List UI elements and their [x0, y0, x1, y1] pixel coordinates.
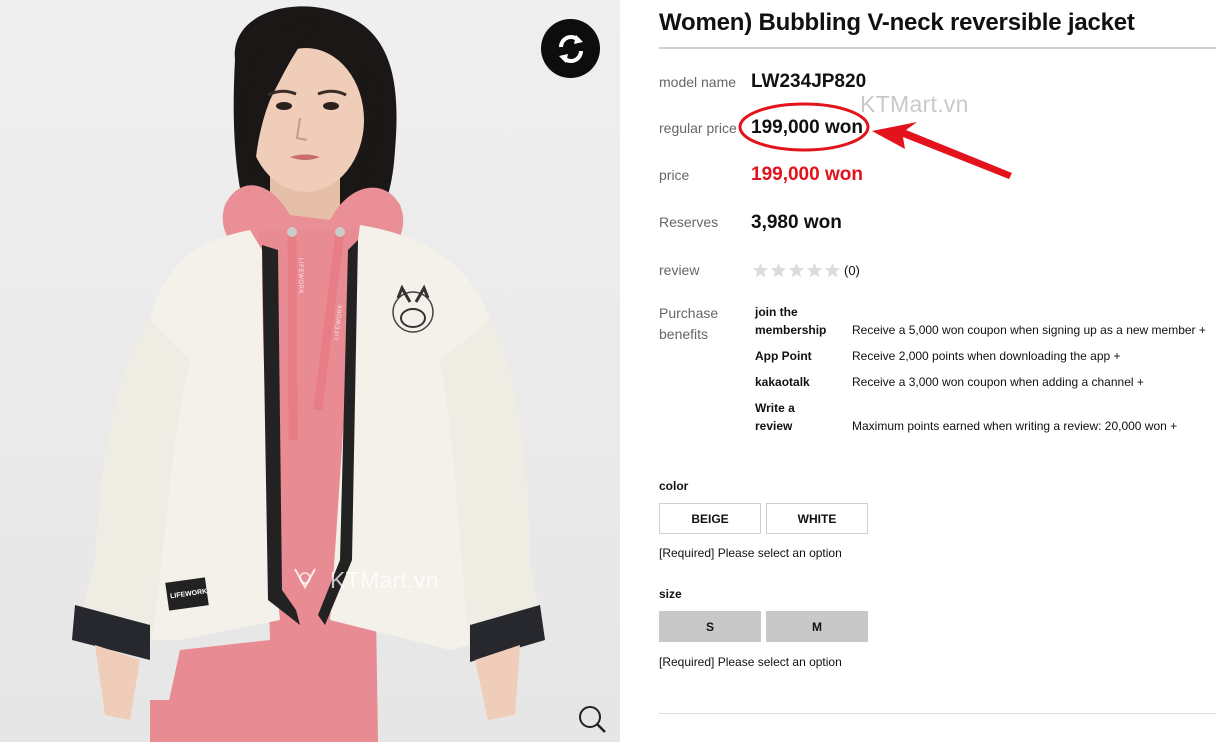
- drawstring-text: LIFEWORK: [297, 258, 303, 294]
- watermark-logo-icon: [294, 568, 316, 589]
- benefit-desc[interactable]: Receive a 3,000 won coupon when adding a…: [852, 373, 1144, 391]
- benefit-name: Write a review: [755, 401, 795, 433]
- benefit-desc[interactable]: Maximum points earned when writing a rev…: [852, 417, 1177, 435]
- size-option-m[interactable]: M: [766, 611, 868, 642]
- star-icon: [788, 262, 805, 278]
- benefit-name: kakaotalk: [755, 375, 810, 389]
- star-icon: [806, 262, 823, 278]
- price-label: price: [659, 167, 690, 183]
- price-value: 199,000 won: [751, 164, 863, 185]
- section-divider: [659, 713, 1216, 714]
- size-required-note: [Required] Please select an option: [659, 655, 842, 669]
- star-icon: [770, 262, 787, 278]
- zoom-button[interactable]: [576, 703, 608, 735]
- color-option-beige[interactable]: BEIGE: [659, 503, 761, 534]
- color-option-title: color: [659, 479, 689, 493]
- color-required-note: [Required] Please select an option: [659, 546, 842, 560]
- watermark-text: KTMart.vn: [330, 567, 439, 593]
- model-photo: LIFEWORK LIFEWORK LIFEWORK: [0, 0, 620, 742]
- regular-price-value: 199,000 won: [751, 117, 863, 138]
- reserves-label: Reserves: [659, 214, 719, 230]
- watermark-text: KTMart.vn: [860, 91, 969, 117]
- size-option-title: size: [659, 587, 682, 601]
- model-name-value: LW234JP820: [751, 71, 867, 92]
- rotate-icon: [558, 34, 583, 63]
- rotate-view-button[interactable]: [541, 19, 600, 78]
- color-option-white[interactable]: WHITE: [766, 503, 868, 534]
- star-icon: [752, 262, 769, 278]
- title-divider: [659, 47, 1216, 49]
- review-count[interactable]: (0): [844, 263, 860, 278]
- size-option-s[interactable]: S: [659, 611, 761, 642]
- review-rating[interactable]: (0): [752, 262, 860, 279]
- zoom-icon: [579, 706, 606, 733]
- benefit-desc[interactable]: Receive 2,000 points when downloading th…: [852, 347, 1121, 365]
- benefit-name: join the membership: [755, 305, 827, 337]
- benefit-name: App Point: [755, 349, 812, 363]
- star-icon: [824, 262, 841, 278]
- benefit-desc[interactable]: Receive a 5,000 won coupon when signing …: [852, 321, 1206, 339]
- product-image[interactable]: LIFEWORK LIFEWORK LIFEWORK KTMart.vn: [0, 0, 620, 742]
- purchase-benefits-label: Purchase benefits: [659, 305, 719, 342]
- reserves-value: 3,980 won: [751, 212, 842, 233]
- regular-price-label: regular price: [659, 120, 737, 136]
- model-name-label: model name: [659, 74, 737, 90]
- review-label: review: [659, 262, 700, 278]
- product-title: Women) Bubbling V-neck reversible jacket: [659, 9, 1135, 36]
